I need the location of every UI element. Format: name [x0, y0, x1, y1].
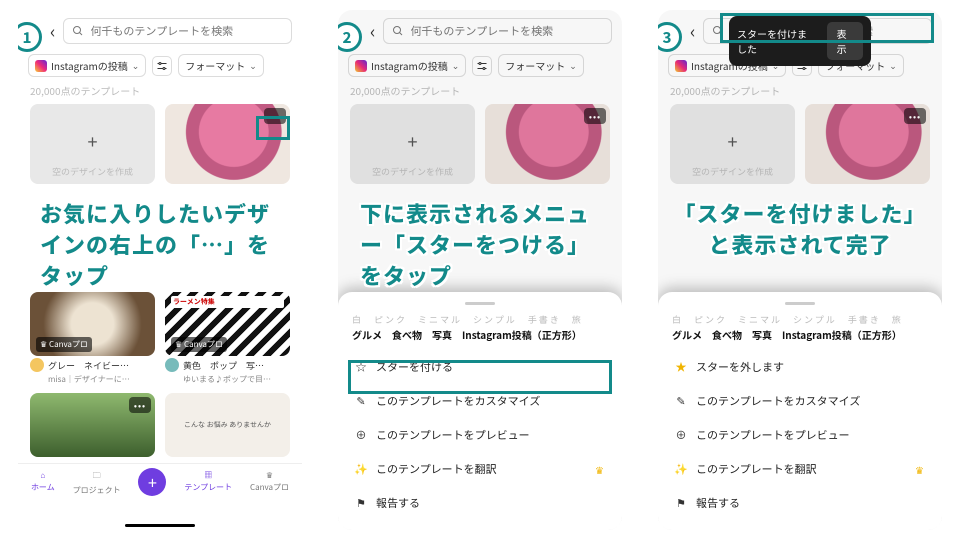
row-star-remove[interactable]: ★スターを外します — [672, 350, 928, 384]
annotation-1: お気に入りしたいデザインの右上の「…」をタップ — [40, 198, 290, 290]
zoom-icon: ⊕ — [354, 427, 368, 443]
star-outline-icon: ☆ — [354, 359, 368, 375]
template-card[interactable]: ••• — [30, 393, 155, 457]
chevron-down-icon: ⌄ — [132, 59, 140, 72]
onayami-text: こんな お悩み ありませんか — [184, 420, 271, 430]
toast-message: スターを付けました — [737, 26, 811, 56]
phone-step-1: 1 ‹ 何千ものテンプレートを検索 Instagramの投稿 ⌄ フォーマット … — [18, 10, 302, 530]
tab-pro[interactable]: ♛Canvaプロ — [250, 470, 289, 496]
sheet-handle[interactable] — [465, 302, 495, 305]
tab-projects[interactable]: 🗀プロジェクト — [73, 470, 121, 496]
template-author: ゆいまる♪ポップで目… — [165, 374, 290, 385]
filter-button[interactable] — [152, 56, 172, 76]
action-sheet: 白 ピンク ミニマル シンプル 手書き 旅 グルメ 食べ物 写真 Instagr… — [658, 292, 942, 530]
row-translate[interactable]: ✨このテンプレートを翻訳♛ — [352, 452, 608, 486]
toast-view-button[interactable]: 表示 — [827, 22, 863, 60]
search-icon — [72, 25, 84, 37]
avatar — [165, 358, 179, 372]
card-row: + 空のデザインを作成 ••• — [18, 98, 302, 190]
edit-icon: ✎ — [674, 393, 688, 409]
template-title: グレー ネイビー… — [48, 359, 129, 372]
blank-design-card[interactable]: + 空のデザインを作成 — [30, 104, 155, 184]
template-card[interactable]: こんな お悩み ありませんか — [165, 393, 290, 457]
row-star-add[interactable]: ☆スターを付ける — [352, 350, 608, 384]
home-icon: ⌂ — [40, 470, 45, 481]
sheet-title: グルメ 食べ物 写真 Instagram投稿（正方形） — [352, 328, 608, 342]
sheet-title: グルメ 食べ物 写真 Instagram投稿（正方形） — [672, 328, 928, 342]
templates-icon: ▦ — [204, 470, 212, 481]
search-placeholder: 何千ものテンプレートを検索 — [90, 23, 233, 39]
tab-create[interactable]: + — [138, 470, 166, 496]
row-customize[interactable]: ✎このテンプレートをカスタマイズ — [672, 384, 928, 418]
topbar: ‹ 何千ものテンプレートを検索 — [18, 10, 302, 50]
translate-icon: ✨ — [354, 461, 368, 477]
result-count: 20,000点のテンプレート — [18, 83, 302, 98]
star-filled-icon: ★ — [674, 359, 688, 375]
more-button[interactable]: ••• — [129, 397, 151, 413]
annotation-3: 「スターを付けました」と表示されて完了 — [672, 198, 928, 260]
template-title: 黄色 ポップ 写… — [183, 359, 264, 372]
sheet-tags: 白 ピンク ミニマル シンプル 手書き 旅 — [672, 313, 928, 326]
zoom-icon: ⊕ — [674, 427, 688, 443]
crown-icon: ♛ — [915, 462, 924, 477]
folder-icon: 🗀 — [93, 470, 101, 484]
template-gallery: ♛ Canvaプロ グレー ネイビー… misa｜デザイナーに… ラーメン特集 … — [18, 286, 302, 463]
action-sheet: 白 ピンク ミニマル シンプル 手書き 旅 グルメ 食べ物 写真 Instagr… — [338, 292, 622, 530]
filter-chips: Instagramの投稿 ⌄ フォーマット ⌄ — [18, 50, 302, 83]
instagram-icon — [35, 60, 47, 72]
chip-instagram[interactable]: Instagramの投稿 ⌄ — [28, 54, 146, 77]
flag-icon: ⚑ — [674, 495, 688, 511]
toast-starred: スターを付けました 表示 — [729, 16, 871, 66]
crown-icon: ♛ — [595, 462, 604, 477]
back-icon[interactable]: ‹ — [50, 18, 55, 44]
annotation-2: 下に表示されるメニュー「スターをつける」をタップ — [360, 198, 610, 290]
home-indicator — [125, 524, 195, 527]
search-input[interactable]: 何千ものテンプレートを検索 — [63, 18, 292, 44]
translate-icon: ✨ — [674, 461, 688, 477]
template-author: misa｜デザイナーに… — [30, 374, 155, 385]
chevron-down-icon: ⌄ — [249, 59, 257, 72]
row-preview[interactable]: ⊕このテンプレートをプレビュー — [352, 418, 608, 452]
template-card[interactable]: ♛ Canvaプロ — [30, 292, 155, 356]
sheet-handle[interactable] — [785, 302, 815, 305]
plus-icon: + — [88, 128, 98, 154]
more-button[interactable]: ••• — [264, 108, 286, 124]
tab-templates[interactable]: ▦テンプレート — [184, 470, 232, 496]
row-customize[interactable]: ✎このテンプレートをカスタマイズ — [352, 384, 608, 418]
avatar — [30, 358, 44, 372]
pro-badge: ♛ Canvaプロ — [36, 337, 92, 352]
pro-badge: ♛ Canvaプロ — [171, 337, 227, 352]
tab-home[interactable]: ⌂ホーム — [31, 470, 55, 496]
bottom-nav: ⌂ホーム 🗀プロジェクト + ▦テンプレート ♛Canvaプロ — [18, 463, 302, 498]
phone-step-2: 2 ‹ 何千ものテンプレートを検索 Instagramの投稿⌄フォーマット⌄ 2… — [338, 10, 622, 530]
row-preview[interactable]: ⊕このテンプレートをプレビュー — [672, 418, 928, 452]
flag-icon: ⚑ — [354, 495, 368, 511]
template-card[interactable]: ••• — [165, 104, 290, 184]
chip-format[interactable]: フォーマット ⌄ — [178, 54, 264, 77]
row-report[interactable]: ⚑報告する — [672, 486, 928, 520]
template-card[interactable]: ラーメン特集 ♛ Canvaプロ — [165, 292, 290, 356]
ramen-badge: ラーメン特集 — [171, 296, 284, 308]
crown-icon: ♛ — [266, 470, 273, 481]
row-translate[interactable]: ✨このテンプレートを翻訳♛ — [672, 452, 928, 486]
edit-icon: ✎ — [354, 393, 368, 409]
sheet-tags: 白 ピンク ミニマル シンプル 手書き 旅 — [352, 313, 608, 326]
plus-fab[interactable]: + — [138, 468, 166, 496]
row-report[interactable]: ⚑報告する — [352, 486, 608, 520]
phone-step-3: 3 ‹ 何千ものテンプレートを検索 スターを付けました 表示 Instagram… — [658, 10, 942, 530]
